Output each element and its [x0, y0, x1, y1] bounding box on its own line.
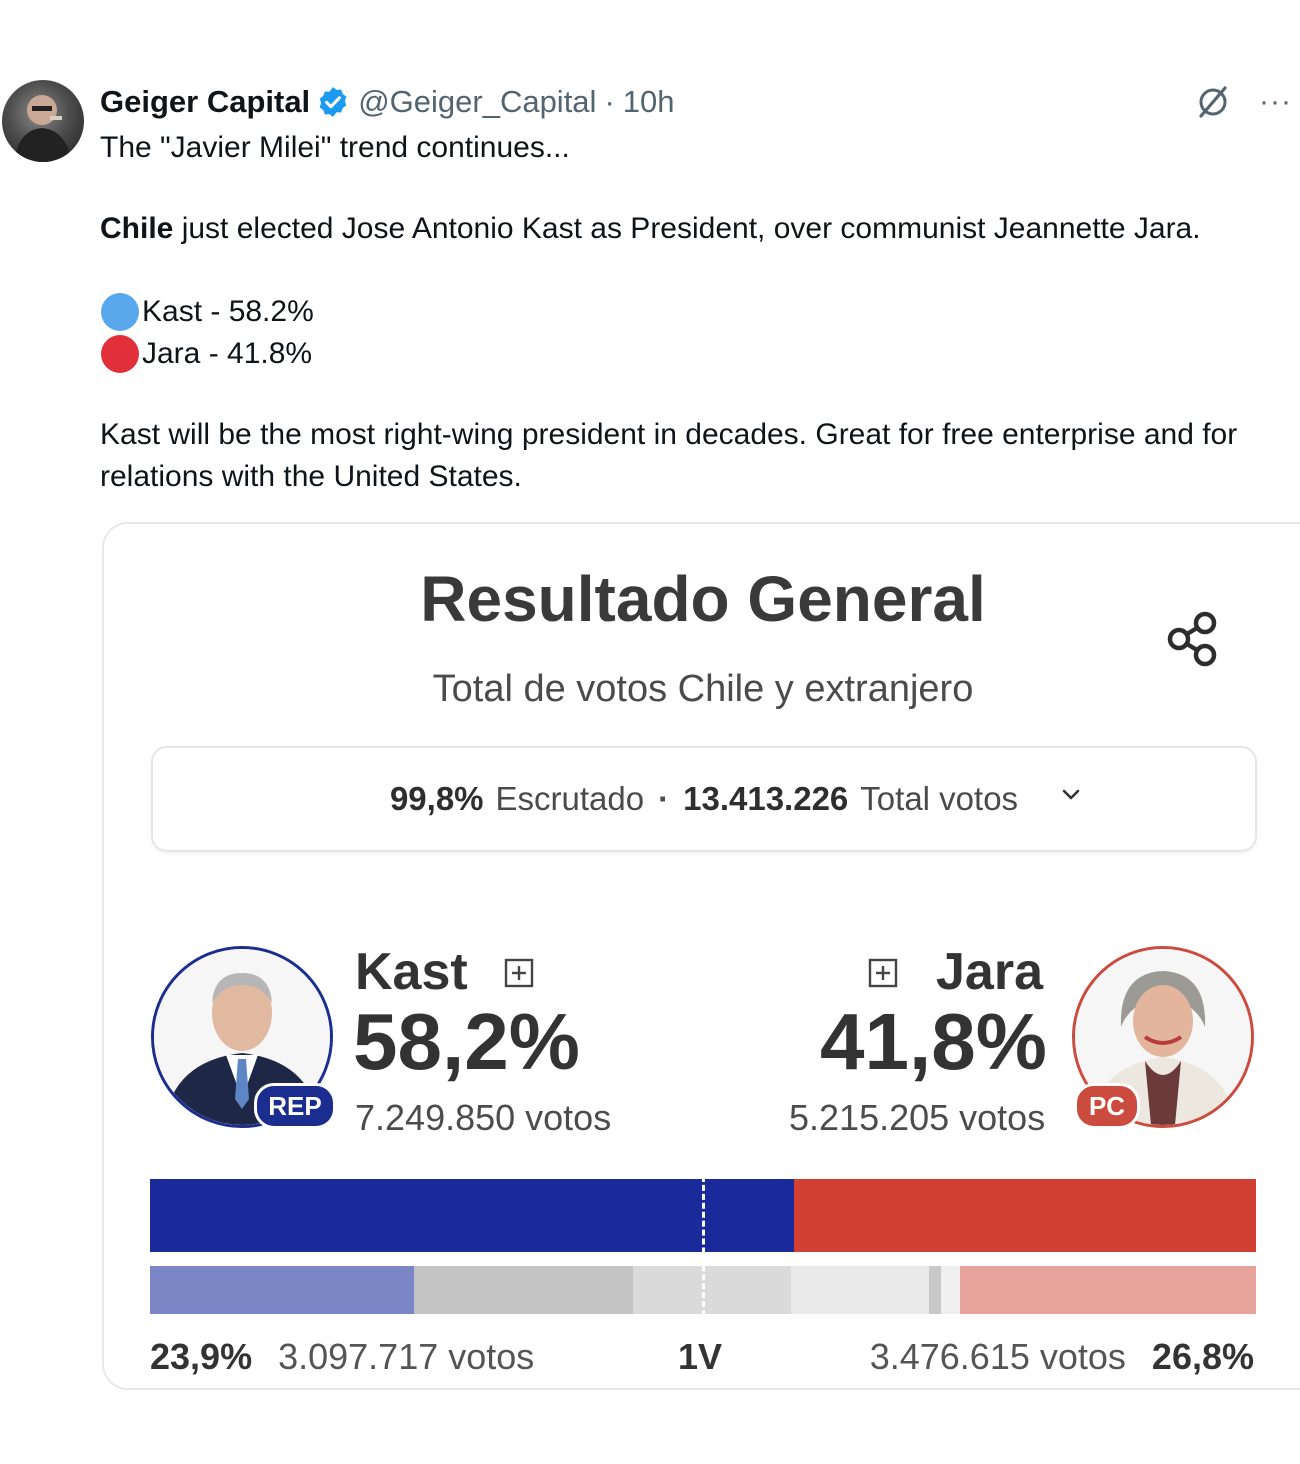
share-icon[interactable] — [1166, 608, 1224, 670]
result-line-jara: Jara - 41.8% — [101, 333, 312, 375]
first-round-segment-2 — [633, 1266, 792, 1314]
candidate-percent-kast: 58,2% — [353, 997, 580, 1086]
total-votes-label: Total votos — [860, 780, 1019, 817]
first-round-segment-6 — [959, 1266, 1256, 1314]
verified-badge-icon — [319, 87, 347, 117]
grok-icon[interactable] — [1193, 82, 1233, 122]
tweet-header: Geiger Capital @Geiger_Capital · 10h — [100, 82, 675, 122]
first-round-left: 23,9% 3.097.717 votos — [150, 1334, 534, 1380]
first-round-segment-5 — [940, 1266, 960, 1314]
first-round-segment-4 — [928, 1266, 941, 1314]
candidate-votes-jara: 5.215.205 votos — [789, 1097, 1046, 1138]
result-text-jara: Jara - 41.8% — [142, 337, 313, 370]
scrutinized-percent: 99,8% — [389, 780, 484, 817]
candidate-name-kast: Kast — [355, 943, 468, 1001]
summary-separator: · — [658, 780, 670, 817]
card-subtitle: Total de votos Chile y extranjero — [432, 668, 974, 710]
first-round-left-votes: 3.097.717 votos — [278, 1336, 535, 1377]
first-round-segment-0 — [150, 1266, 415, 1314]
party-badge-rep: REP — [254, 1083, 336, 1129]
more-options-icon[interactable]: ··· — [1259, 87, 1292, 117]
tweet-timestamp[interactable]: 10h — [623, 84, 675, 120]
author-avatar[interactable] — [2, 80, 84, 162]
expand-plus-icon[interactable] — [504, 958, 534, 988]
expand-plus-icon[interactable] — [868, 958, 898, 988]
tweet-headline: Chile just elected Jose Antonio Kast as … — [100, 208, 1295, 250]
scrutinized-label: Escrutado — [495, 780, 645, 817]
card-title: Resultado General — [420, 563, 986, 635]
tweet-actions-top: ··· — [1193, 82, 1292, 122]
chevron-down-icon[interactable] — [1059, 782, 1083, 806]
first-round-left-percent: 23,9% — [150, 1336, 253, 1377]
first-round-right: 3.476.615 votos 26,8% — [870, 1334, 1254, 1380]
first-round-label: 1V — [678, 1336, 723, 1377]
candidate-percent-jara: 41,8% — [820, 997, 1047, 1086]
majority-midline — [702, 1176, 705, 1316]
header-separator: · — [604, 84, 615, 119]
result-text-kast: Kast - 58.2% — [142, 295, 314, 328]
tweet-intro: The "Javier Milei" trend continues... — [100, 131, 570, 164]
first-round-right-votes: 3.476.615 votos — [869, 1336, 1126, 1377]
first-round-right-percent: 26,8% — [1151, 1336, 1254, 1377]
vote-summary-dropdown[interactable]: 99,8% Escrutado · 13.413.226 Total votos — [151, 746, 1257, 852]
author-name[interactable]: Geiger Capital — [100, 84, 310, 120]
author-handle[interactable]: @Geiger_Capital — [358, 84, 596, 120]
candidate-votes-kast: 7.249.850 votos — [355, 1097, 612, 1138]
result-line-kast: Kast - 58.2% — [101, 291, 314, 333]
blue-circle-icon — [101, 293, 139, 331]
party-badge-pc: PC — [1074, 1083, 1140, 1129]
tweet-country: Chile — [100, 212, 174, 245]
first-round-segment-1 — [414, 1266, 634, 1314]
bar-kast — [150, 1179, 794, 1252]
candidate-name-jara: Jara — [936, 943, 1043, 1001]
red-circle-icon — [101, 335, 139, 373]
first-round-segment-3 — [791, 1266, 929, 1314]
tweet-closing: Kast will be the most right-wing preside… — [100, 418, 1238, 493]
total-votes-value: 13.413.226 — [683, 780, 849, 817]
tweet-headline-rest: just elected Jose Antonio Kast as Presid… — [173, 212, 1201, 245]
